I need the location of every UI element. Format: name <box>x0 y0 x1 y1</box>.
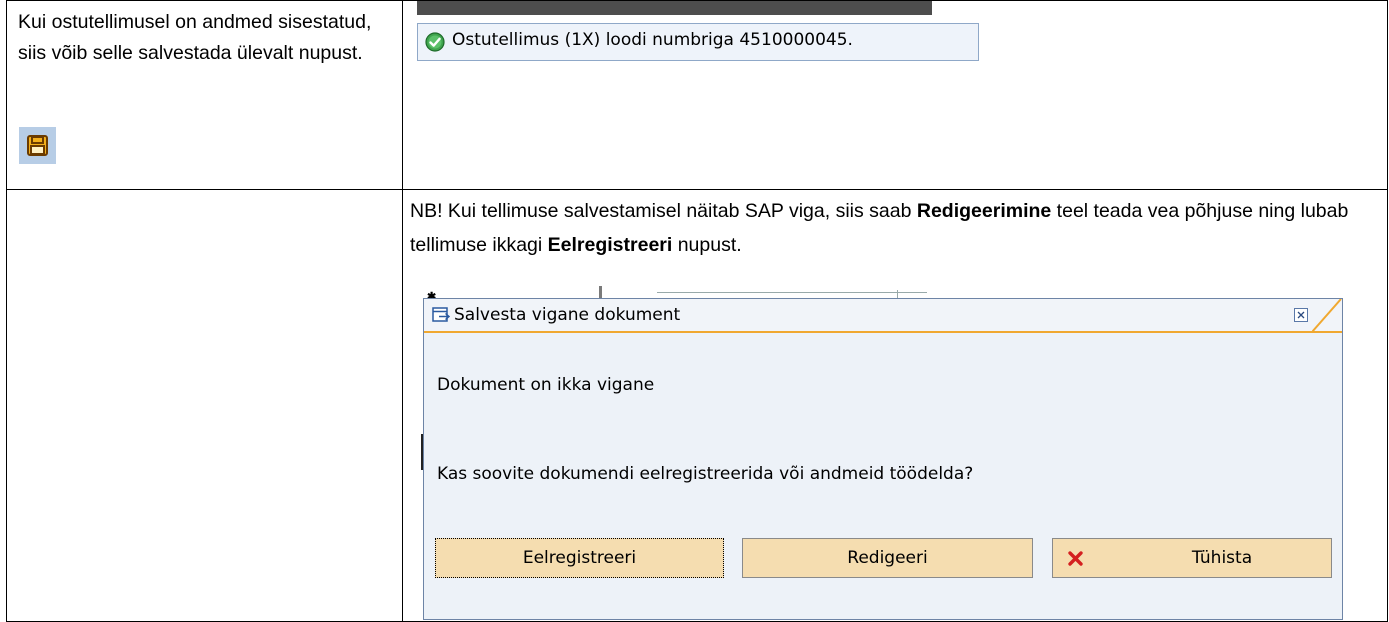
dialog-title: Salvesta vigane dokument <box>454 305 681 325</box>
close-icon <box>1297 311 1305 319</box>
status-bar: Ostutellimus (1X) loodi numbriga 4510000… <box>417 23 979 61</box>
dialog-screenshot: ✱ Salvesta vigane dokument Dokument on i… <box>417 284 1347 620</box>
save-button[interactable] <box>19 127 56 164</box>
note-cell: NB! Kui tellimuse salvestamisel näitab S… <box>402 189 1388 622</box>
instruction-cell: Kui ostutellimusel on andmed sisestatud,… <box>6 0 403 190</box>
empty-cell <box>6 189 403 622</box>
dialog-message-question: Kas soovite dokumendi eelregistreerida v… <box>437 464 974 484</box>
background-line <box>657 292 927 293</box>
dialog-window-icon <box>432 307 450 322</box>
cancel-x-icon <box>1068 551 1083 566</box>
title-corner-decoration <box>1312 299 1342 333</box>
dialog-message-error: Dokument on ikka vigane <box>437 375 655 395</box>
dialog-body: Dokument on ikka vigane Kas soovite doku… <box>424 333 1342 619</box>
note-bold-eelregistreeri: Eelregistreeri <box>547 234 673 256</box>
close-button[interactable] <box>1294 308 1308 322</box>
note-part3: nupust. <box>672 234 742 256</box>
cancel-button-label: Tühista <box>1191 548 1253 568</box>
instruction-text: Kui ostutellimusel on andmed sisestatud,… <box>18 11 372 64</box>
save-disk-icon <box>27 135 48 156</box>
error-dialog: Salvesta vigane dokument Dokument on ikk… <box>423 298 1343 620</box>
cancel-button[interactable]: Tühista <box>1052 538 1332 578</box>
status-cell: Ostutellimus (1X) loodi numbriga 4510000… <box>402 0 1388 190</box>
status-screenshot: Ostutellimus (1X) loodi numbriga 4510000… <box>417 1 987 67</box>
note-text: NB! Kui tellimuse salvestamisel näitab S… <box>410 194 1360 262</box>
success-check-icon <box>425 32 445 52</box>
status-message: Ostutellimus (1X) loodi numbriga 4510000… <box>452 30 853 50</box>
document-table: Kui ostutellimusel on andmed sisestatud,… <box>6 0 1388 622</box>
note-part1: NB! Kui tellimuse salvestamisel näitab S… <box>410 200 917 222</box>
window-edge <box>417 1 932 15</box>
note-bold-redigeerimine: Redigeerimine <box>916 200 1052 222</box>
preregister-button[interactable]: Eelregistreeri <box>435 538 724 578</box>
dialog-titlebar[interactable]: Salvesta vigane dokument <box>424 299 1342 333</box>
edit-button[interactable]: Redigeeri <box>742 538 1033 578</box>
